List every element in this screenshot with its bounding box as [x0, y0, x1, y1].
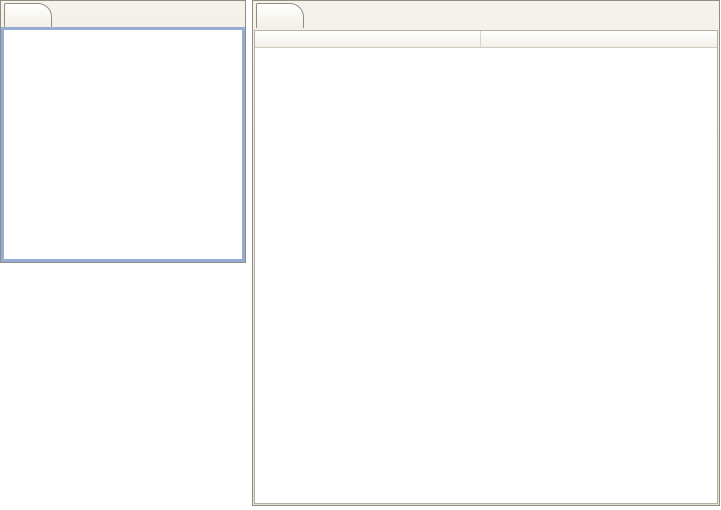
- genmodel-editor-view: [0, 0, 246, 263]
- column-header-value[interactable]: [481, 31, 717, 47]
- column-header-property[interactable]: [255, 31, 481, 47]
- genmodel-tree: [4, 30, 242, 259]
- property-sheet: [254, 30, 718, 504]
- editor-tab-header: [1, 1, 245, 27]
- table-header-row: [255, 31, 717, 48]
- tab-properties[interactable]: [256, 3, 304, 28]
- genmodel-file-icon: [11, 9, 26, 24]
- tab-model1-genmodel[interactable]: [4, 3, 52, 28]
- properties-view: [252, 0, 720, 506]
- properties-tab-header: [253, 1, 719, 27]
- properties-table-icon: [263, 9, 278, 24]
- editor-focus-border: [1, 27, 245, 262]
